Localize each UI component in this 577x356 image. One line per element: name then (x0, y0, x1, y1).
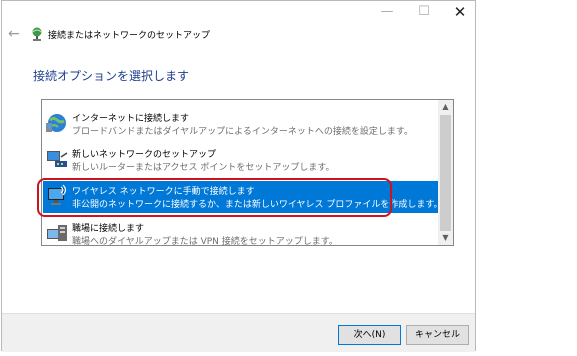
setup-window: — ☐ ✕ ← 接続またはネットワークのセットアップ 接続オプションを選択します… (1, 0, 476, 352)
router-icon (47, 151, 68, 167)
option-description: ブロードバンドまたはダイヤルアップによるインターネットへの接続を設定します。 (72, 127, 414, 137)
minimize-button[interactable]: — (372, 3, 402, 21)
scroll-down-icon[interactable]: ▼ (438, 231, 453, 245)
button-bar: 次へ(N) キャンセル (2, 313, 475, 352)
globe-icon (46, 114, 66, 132)
scroll-thumb[interactable] (440, 115, 451, 231)
back-arrow-icon[interactable]: ← (8, 26, 20, 42)
option-new-network[interactable]: 新しいネットワークのセットアップ 新しいルーターまたはアクセス ポイントをセット… (43, 144, 438, 176)
option-connect-internet[interactable]: インターネットに接続します ブロードバンドまたはダイヤルアップによるインターネッ… (43, 108, 438, 140)
next-button[interactable]: 次へ(N) (338, 325, 401, 345)
list-scrollbar[interactable]: ▲ ▼ (438, 100, 453, 245)
connection-options-list: インターネットに接続します ブロードバンドまたはダイヤルアップによるインターネッ… (41, 99, 454, 246)
network-setup-icon (32, 27, 42, 41)
option-description: 職場へのダイヤルアップまたは VPN 接続をセットアップします。 (72, 237, 338, 246)
title-bar: — ☐ ✕ (2, 1, 475, 25)
option-title: 新しいネットワークのセットアップ (72, 150, 217, 160)
workplace-icon (47, 225, 67, 241)
wizard-header: ← 接続またはネットワークのセットアップ (2, 25, 475, 47)
maximize-button[interactable]: ☐ (409, 3, 439, 21)
scroll-up-icon[interactable]: ▲ (438, 100, 453, 114)
option-connect-workplace[interactable]: 職場に接続します 職場へのダイヤルアップまたは VPN 接続をセットアップします… (43, 218, 438, 246)
cancel-button[interactable]: キャンセル (406, 325, 469, 345)
option-description: 新しいルーターまたはアクセス ポイントをセットアップします。 (72, 163, 335, 173)
wizard-title: 接続またはネットワークのセットアップ (48, 31, 211, 41)
option-title: インターネットに接続します (72, 114, 190, 124)
page-heading: 接続オプションを選択します (33, 69, 190, 83)
option-title: 職場に接続します (72, 224, 145, 234)
close-button[interactable]: ✕ (445, 3, 475, 21)
highlight-annotation (37, 178, 392, 217)
